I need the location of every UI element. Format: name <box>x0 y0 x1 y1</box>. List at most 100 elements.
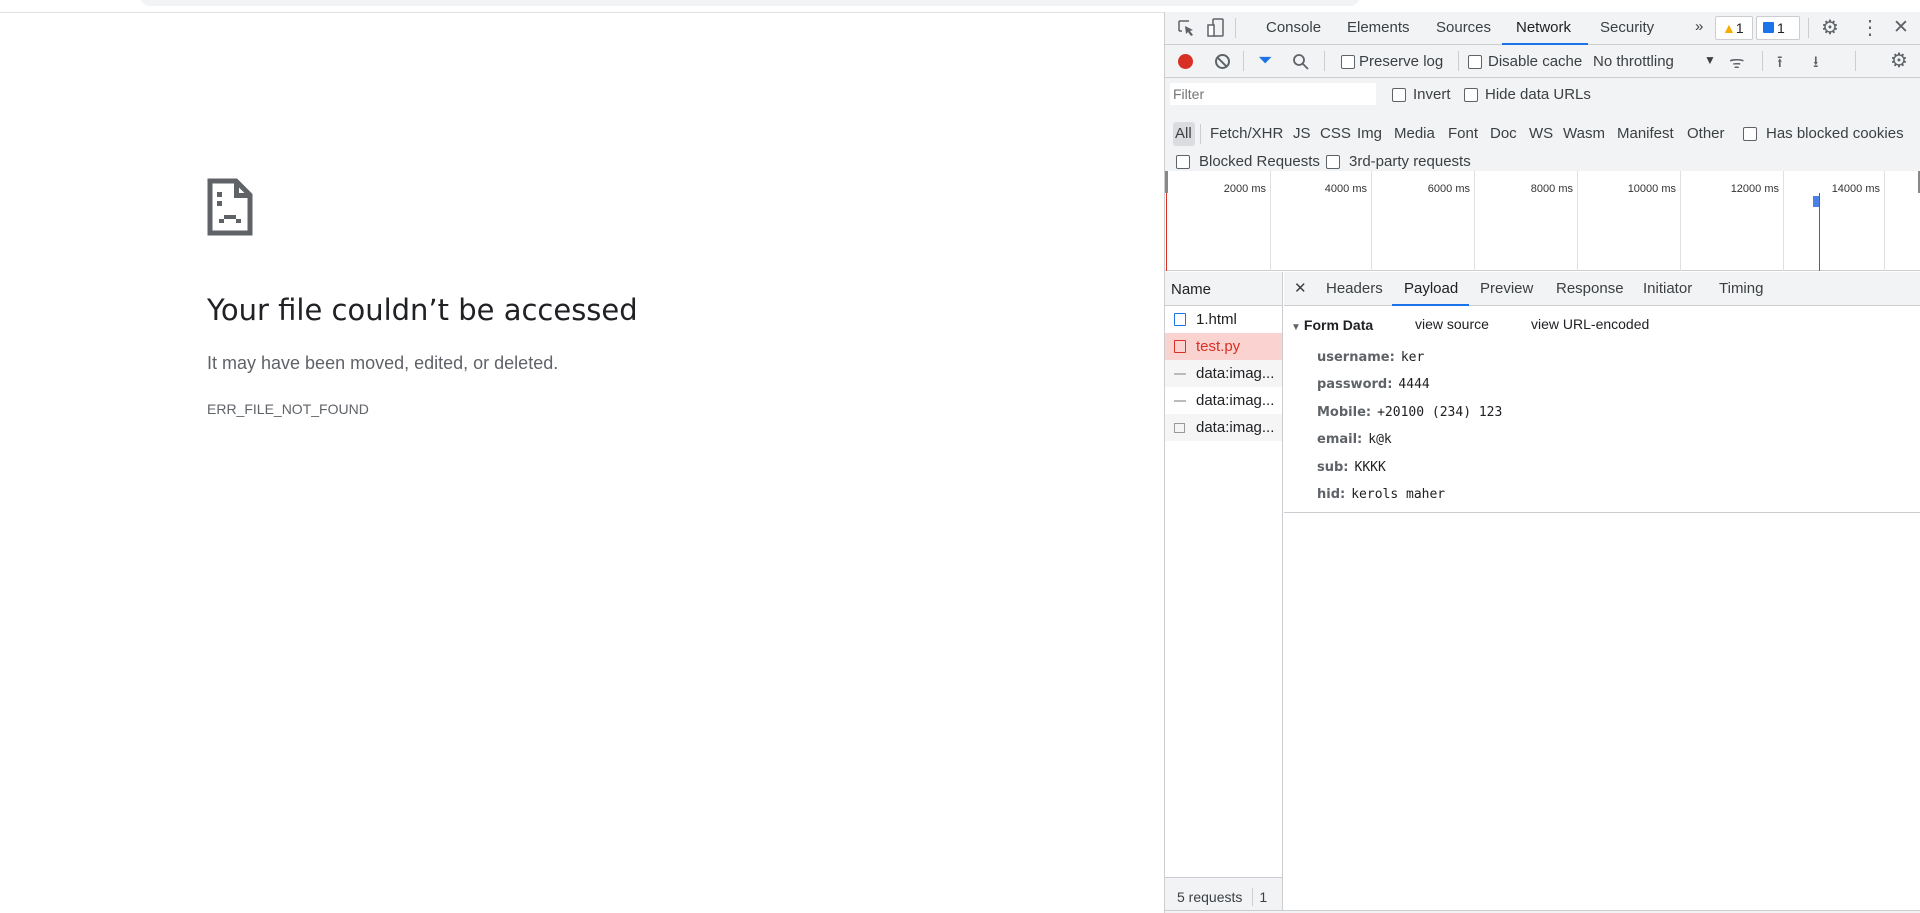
request-row[interactable]: 1.html <box>1165 306 1282 333</box>
divider <box>1458 51 1459 71</box>
warnings-badge[interactable]: ▲1 <box>1715 16 1753 40</box>
type-fetch-xhr[interactable]: Fetch/XHR <box>1210 125 1283 142</box>
record-icon[interactable] <box>1178 54 1193 69</box>
form-field-sub: sub: KKKK <box>1317 460 1386 475</box>
sad-file-icon <box>207 178 253 236</box>
tab-elements[interactable]: Elements <box>1347 19 1410 36</box>
network-conditions-icon[interactable]: ᯤ <box>1729 50 1745 73</box>
tab-preview[interactable]: Preview <box>1480 280 1533 297</box>
type-font[interactable]: Font <box>1448 125 1478 142</box>
clear-icon[interactable] <box>1215 54 1230 69</box>
tab-payload[interactable]: Payload <box>1404 280 1458 297</box>
data-icon <box>1174 400 1186 402</box>
data-icon <box>1174 373 1186 375</box>
request-row[interactable]: data:imag... <box>1165 414 1282 441</box>
divider <box>1762 51 1763 71</box>
type-other[interactable]: Other <box>1687 125 1725 142</box>
type-media[interactable]: Media <box>1394 125 1435 142</box>
browser-toolbar-edge <box>140 0 1360 6</box>
active-detail-tab-indicator <box>1392 304 1469 306</box>
disable-cache-checkbox[interactable] <box>1468 55 1482 69</box>
form-field-password: password: 4444 <box>1317 377 1430 392</box>
form-data-section-toggle[interactable]: ▼ Form Data <box>1291 317 1373 333</box>
request-list: Name 1.html test.py data:imag... data:im… <box>1165 272 1283 913</box>
tick-label: 10000 ms <box>1627 183 1676 195</box>
devtools-tabbar: Console Elements Sources Network Securit… <box>1165 12 1920 45</box>
close-detail-icon[interactable]: ✕ <box>1294 279 1307 297</box>
request-count: 5 requests <box>1177 889 1243 905</box>
timeline-overview[interactable]: 2000 ms 4000 ms 6000 ms 8000 ms 10000 ms… <box>1165 171 1920 271</box>
tab-timing[interactable]: Timing <box>1719 280 1763 297</box>
form-field-mobile: Mobile: +20100 (234) 123 <box>1317 405 1503 420</box>
third-party-label: 3rd-party requests <box>1349 153 1471 170</box>
devtools-panel: Console Elements Sources Network Securit… <box>1164 12 1920 913</box>
divider <box>1808 18 1809 38</box>
third-party-checkbox[interactable] <box>1326 155 1340 169</box>
tick-label: 12000 ms <box>1730 183 1779 195</box>
gridline <box>1474 171 1475 271</box>
gridline <box>1371 171 1372 271</box>
tick-label: 4000 ms <box>1324 183 1367 195</box>
filter-input[interactable] <box>1170 83 1376 105</box>
import-har-icon[interactable]: ⭱ <box>1777 51 1783 78</box>
load-line <box>1819 193 1820 271</box>
disable-cache-label: Disable cache <box>1488 53 1583 70</box>
tab-response[interactable]: Response <box>1556 280 1624 297</box>
type-js[interactable]: JS <box>1293 125 1311 142</box>
section-divider <box>1284 512 1920 513</box>
name-column-header[interactable]: Name <box>1165 272 1282 306</box>
chevron-down-icon[interactable]: ▼ <box>1704 53 1716 67</box>
request-row[interactable]: data:imag... <box>1165 387 1282 414</box>
type-img[interactable]: Img <box>1357 125 1382 142</box>
inspect-element-icon[interactable] <box>1177 19 1195 37</box>
gridline <box>1577 171 1578 271</box>
throttling-select[interactable]: No throttling <box>1593 53 1674 70</box>
more-options-icon[interactable]: ⋮ <box>1860 15 1880 40</box>
filter-icon[interactable]: ⏷ <box>1258 50 1272 71</box>
export-har-icon[interactable]: ⭳ <box>1813 51 1819 78</box>
request-row[interactable]: data:imag... <box>1165 360 1282 387</box>
close-devtools-icon[interactable]: ✕ <box>1893 16 1909 39</box>
detail-tabbar: ✕ Headers Payload Preview Response Initi… <box>1284 272 1920 306</box>
tab-network[interactable]: Network <box>1516 19 1571 36</box>
tab-headers[interactable]: Headers <box>1326 280 1383 297</box>
tab-initiator[interactable]: Initiator <box>1643 280 1692 297</box>
view-source-link[interactable]: view source <box>1415 316 1489 332</box>
tick-label: 14000 ms <box>1831 183 1880 195</box>
more-tabs-button[interactable]: » <box>1695 18 1703 35</box>
transferred-size: 1 <box>1259 889 1268 905</box>
divider <box>1200 124 1201 144</box>
hide-data-urls-checkbox[interactable] <box>1464 88 1478 102</box>
type-wasm[interactable]: Wasm <box>1563 125 1605 142</box>
messages-badge[interactable]: 1 <box>1756 16 1800 40</box>
invert-checkbox[interactable] <box>1392 88 1406 102</box>
form-field-email: email: k@k <box>1317 432 1392 447</box>
has-blocked-cookies-checkbox[interactable] <box>1743 127 1757 141</box>
page-title: Your file couldn’t be accessed <box>207 293 638 327</box>
divider <box>1243 51 1244 71</box>
type-css[interactable]: CSS <box>1320 125 1351 142</box>
view-url-encoded-link[interactable]: view URL-encoded <box>1531 316 1649 332</box>
message-icon <box>1763 22 1774 33</box>
preserve-log-checkbox[interactable] <box>1341 55 1355 69</box>
tab-console[interactable]: Console <box>1266 19 1321 36</box>
request-row-selected[interactable]: test.py <box>1165 333 1282 360</box>
type-doc[interactable]: Doc <box>1490 125 1517 142</box>
settings-gear-icon[interactable]: ⚙ <box>1821 15 1839 40</box>
type-all[interactable]: All <box>1175 125 1192 142</box>
network-toolbar: ⏷ Preserve log Disable cache No throttli… <box>1165 45 1920 78</box>
tab-security[interactable]: Security <box>1600 19 1654 36</box>
form-field-hid: hid: kerols maher <box>1317 487 1446 502</box>
page-subtitle: It may have been moved, edited, or delet… <box>207 353 559 373</box>
device-toolbar-icon[interactable] <box>1207 18 1225 38</box>
blocked-requests-checkbox[interactable] <box>1176 155 1190 169</box>
network-settings-gear-icon[interactable]: ⚙ <box>1890 48 1908 73</box>
search-icon[interactable] <box>1292 53 1309 70</box>
warning-icon: ▲ <box>1722 20 1736 36</box>
overview-handle-left[interactable] <box>1165 171 1168 193</box>
triangle-down-icon: ▼ <box>1291 322 1301 333</box>
type-manifest[interactable]: Manifest <box>1617 125 1674 142</box>
type-ws[interactable]: WS <box>1529 125 1553 142</box>
invert-label: Invert <box>1413 86 1451 103</box>
tab-sources[interactable]: Sources <box>1436 19 1491 36</box>
